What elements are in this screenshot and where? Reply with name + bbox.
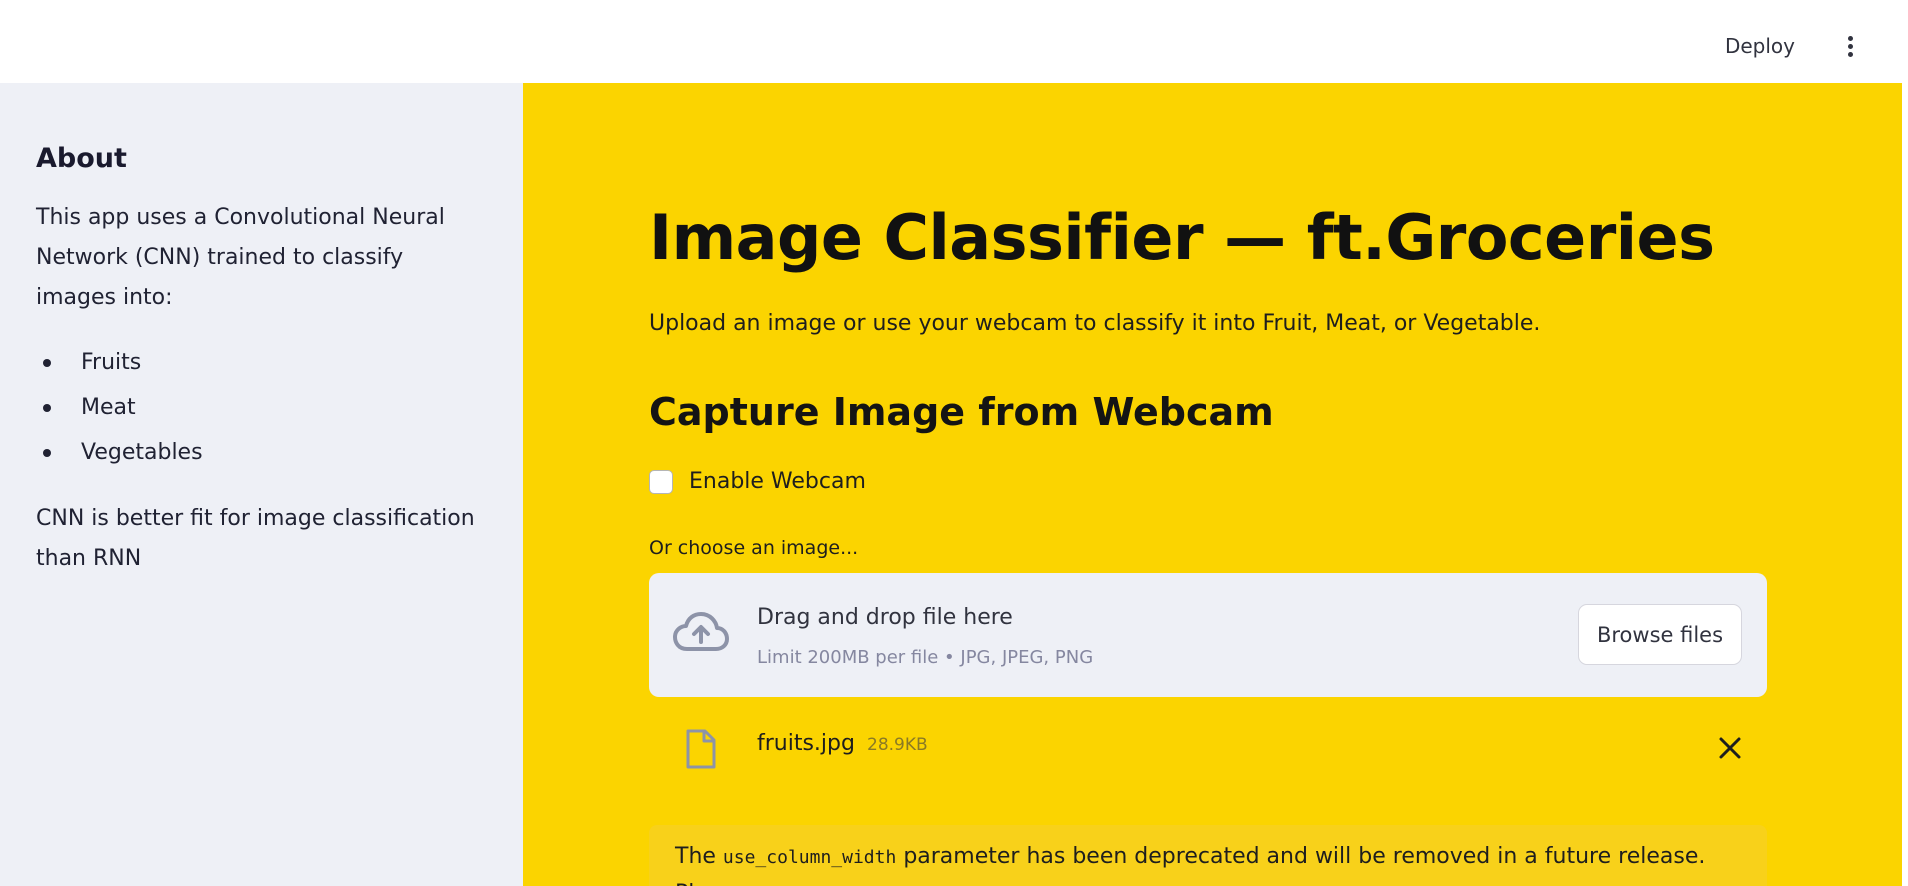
file-name: fruits.jpg	[757, 731, 855, 756]
list-item-meat: Meat	[36, 385, 487, 430]
sidebar: About This app uses a Convolutional Neur…	[0, 83, 523, 886]
notice-text: The use_column_width parameter has been …	[675, 839, 1741, 886]
webcam-heading: Capture Image from Webcam	[649, 390, 1274, 434]
main-content: Image Classifier — ft.Groceries Upload a…	[523, 83, 1902, 886]
page-subtitle: Upload an image or use your webcam to cl…	[649, 311, 1541, 336]
close-icon[interactable]	[1717, 735, 1743, 761]
menu-dot	[1847, 35, 1853, 41]
browse-files-button[interactable]: Browse files	[1578, 604, 1742, 665]
deploy-button[interactable]: Deploy	[1717, 28, 1803, 64]
file-dropzone[interactable]: Drag and drop file here Limit 200MB per …	[649, 573, 1767, 697]
scrollbar-track[interactable]	[1902, 83, 1908, 886]
page-title: Image Classifier — ft.Groceries	[649, 201, 1715, 274]
enable-webcam-label[interactable]: Enable Webcam	[689, 469, 866, 494]
top-header: Deploy	[0, 0, 1908, 83]
menu-dot	[1847, 43, 1853, 49]
menu-dot	[1847, 51, 1853, 57]
sidebar-note: CNN is better fit for image classificati…	[36, 506, 475, 571]
file-size: 28.9KB	[867, 735, 928, 755]
file-icon	[686, 729, 716, 769]
uploader-label: Or choose an image...	[649, 537, 859, 559]
kebab-menu-icon[interactable]	[1832, 28, 1868, 64]
enable-webcam-checkbox-row[interactable]: Enable Webcam	[649, 469, 866, 494]
sidebar-heading: About	[36, 143, 127, 174]
list-item-fruits: Fruits	[36, 340, 487, 385]
list-item-vegetables: Vegetables	[36, 430, 487, 475]
uploaded-file-row: fruits.jpg 28.9KB	[649, 723, 1767, 783]
dropzone-title: Drag and drop file here	[757, 605, 1013, 630]
sidebar-intro: This app uses a Convolutional Neural Net…	[36, 205, 445, 310]
category-list: Fruits Meat Vegetables	[36, 340, 487, 475]
enable-webcam-checkbox[interactable]	[649, 469, 673, 494]
notice-code: use_column_width	[722, 847, 897, 868]
notice-prefix: The	[675, 844, 716, 869]
deprecation-notice: The use_column_width parameter has been …	[649, 825, 1767, 886]
cloud-upload-icon	[673, 612, 729, 651]
dropzone-limit: Limit 200MB per file • JPG, JPEG, PNG	[757, 647, 1094, 668]
